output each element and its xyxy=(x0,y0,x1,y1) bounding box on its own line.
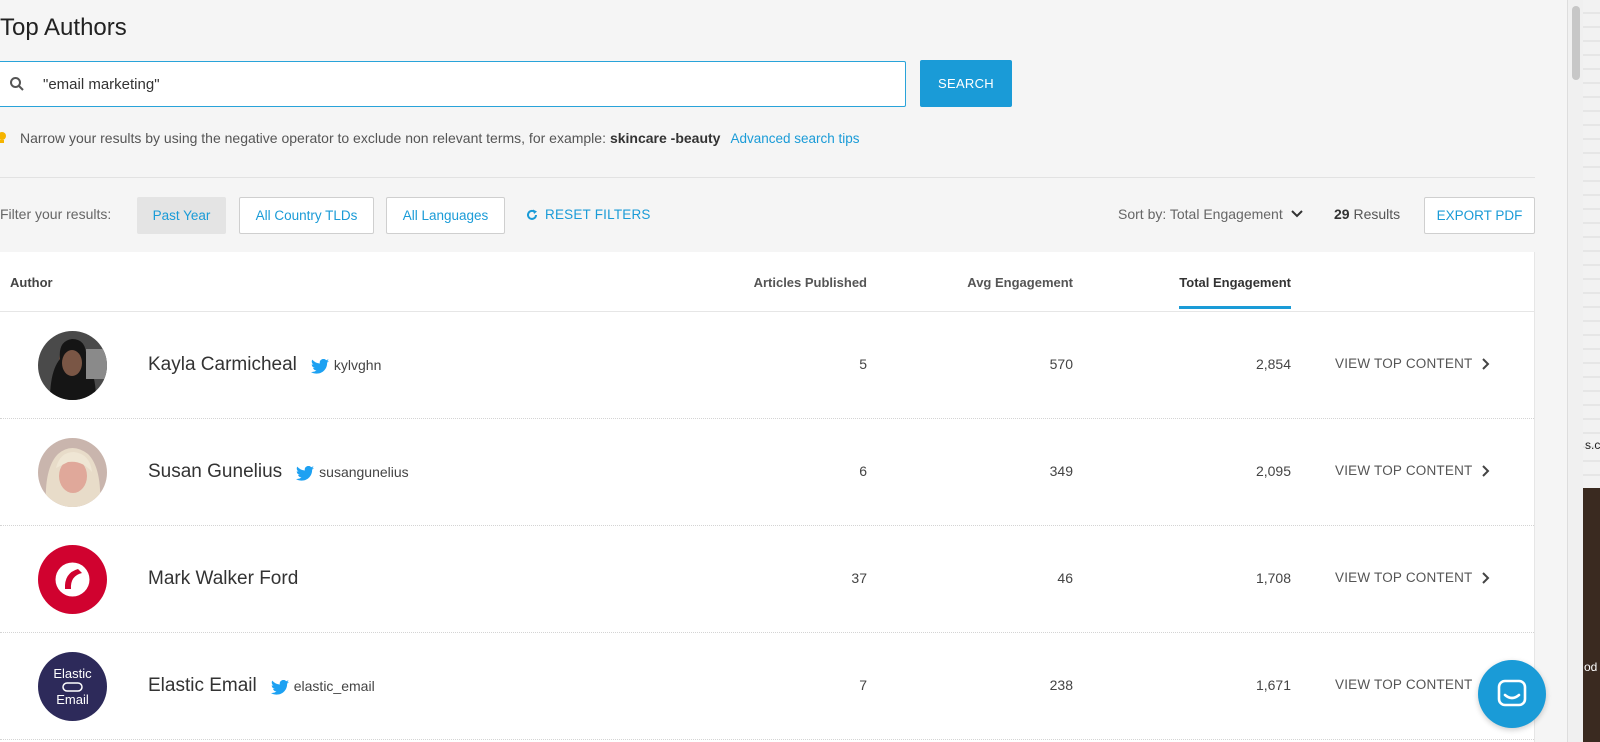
author-name-label: Elastic Email xyxy=(148,675,257,696)
filter-languages[interactable]: All Languages xyxy=(386,197,505,234)
chat-icon xyxy=(1497,679,1527,707)
author-name-label: Mark Walker Ford xyxy=(148,568,299,589)
twitter-icon xyxy=(296,465,315,481)
tip-example: skincare -beauty xyxy=(609,130,721,146)
background-window-edge: s.c od xyxy=(1583,0,1600,742)
table-header: Author Articles Published Avg Engagement… xyxy=(0,252,1534,312)
articles-published: 5 xyxy=(859,356,867,372)
results-count: 29 Results xyxy=(1334,206,1400,222)
avg-engagement: 349 xyxy=(1049,463,1073,479)
tip-text: Narrow your results by using the negativ… xyxy=(20,130,606,146)
avg-engagement: 46 xyxy=(1057,570,1073,586)
results-number: 29 xyxy=(1334,206,1350,222)
table-row: Kayla Carmicheal kylvghn 5 570 2,854 VIE… xyxy=(0,312,1534,419)
avatar xyxy=(38,545,107,614)
sort-indicator xyxy=(1179,306,1291,309)
filter-label: Filter your results: xyxy=(0,206,112,222)
column-total-engagement-label: Total Engagement xyxy=(1179,275,1291,290)
chevron-right-icon xyxy=(1482,571,1490,584)
twitter-handle[interactable]: elastic_email xyxy=(270,678,375,695)
view-top-content-label: VIEW TOP CONTENT xyxy=(1335,677,1473,692)
articles-published: 7 xyxy=(859,677,867,693)
avatar xyxy=(38,438,107,507)
author-name[interactable]: Mark Walker Ford xyxy=(148,568,298,590)
twitter-handle[interactable]: susangunelius xyxy=(296,464,409,481)
filter-country-tlds[interactable]: All Country TLDs xyxy=(239,197,374,234)
twitter-icon xyxy=(310,358,329,374)
column-author[interactable]: Author xyxy=(10,275,53,290)
twitter-handle-label: susangunelius xyxy=(319,464,409,480)
column-articles-published[interactable]: Articles Published xyxy=(754,275,867,290)
avatar-line1: Elastic xyxy=(53,666,92,681)
avatar-line2: Email xyxy=(56,692,89,707)
column-avg-engagement[interactable]: Avg Engagement xyxy=(967,275,1073,290)
advanced-search-tips-link[interactable]: Advanced search tips xyxy=(730,131,859,146)
chat-launcher-button[interactable] xyxy=(1478,660,1546,728)
background-image: od xyxy=(1583,488,1600,742)
search-tip: Narrow your results by using the negativ… xyxy=(0,130,860,146)
view-top-content-button[interactable]: VIEW TOP CONTENT xyxy=(1335,570,1490,585)
export-pdf-button[interactable]: EXPORT PDF xyxy=(1424,197,1535,234)
author-name[interactable]: Susan Gunelius susangunelius xyxy=(148,461,409,483)
total-engagement: 2,095 xyxy=(1255,463,1291,479)
view-top-content-label: VIEW TOP CONTENT xyxy=(1335,463,1473,478)
table-row: Susan Gunelius susangunelius 6 349 2,095… xyxy=(0,419,1534,526)
avatar: Elastic Email xyxy=(38,652,107,721)
view-top-content-button[interactable]: VIEW TOP CONTENT xyxy=(1335,677,1490,692)
table-row: Mark Walker Ford 37 46 1,708 VIEW TOP CO… xyxy=(0,526,1534,633)
authors-table: Author Articles Published Avg Engagement… xyxy=(0,252,1535,742)
avg-engagement: 570 xyxy=(1049,356,1073,372)
results-label: Results xyxy=(1353,206,1401,222)
view-top-content-label: VIEW TOP CONTENT xyxy=(1335,356,1473,371)
lightbulb-icon xyxy=(0,132,6,143)
chevron-right-icon xyxy=(1482,357,1490,370)
vertical-scrollbar[interactable] xyxy=(1567,0,1583,742)
column-total-engagement[interactable]: Total Engagement xyxy=(1179,275,1291,309)
search-input[interactable] xyxy=(43,70,883,98)
background-text-2: od xyxy=(1584,660,1598,674)
scrollbar-thumb[interactable] xyxy=(1572,6,1580,80)
author-name[interactable]: Elastic Email elastic_email xyxy=(148,675,375,697)
sort-dropdown[interactable]: Sort by: Total Engagement xyxy=(1118,206,1303,222)
author-name-label: Susan Gunelius xyxy=(148,461,283,482)
twitter-handle[interactable]: kylvghn xyxy=(310,357,382,374)
filter-past-year[interactable]: Past Year xyxy=(137,197,226,234)
twitter-icon xyxy=(270,679,289,695)
total-engagement: 1,671 xyxy=(1255,677,1291,693)
author-name[interactable]: Kayla Carmicheal kylvghn xyxy=(148,354,381,376)
view-top-content-button[interactable]: VIEW TOP CONTENT xyxy=(1335,356,1490,371)
avatar xyxy=(38,331,107,400)
reset-filters-label: RESET FILTERS xyxy=(545,207,651,222)
refresh-icon xyxy=(527,209,537,220)
articles-published: 37 xyxy=(851,570,867,586)
sort-label: Sort by: Total Engagement xyxy=(1118,206,1283,222)
chevron-right-icon xyxy=(1482,464,1490,477)
total-engagement: 1,708 xyxy=(1255,570,1291,586)
articles-published: 6 xyxy=(859,463,867,479)
twitter-handle-label: elastic_email xyxy=(293,678,375,694)
reset-filters-button[interactable]: RESET FILTERS xyxy=(526,207,651,222)
search-button[interactable]: SEARCH xyxy=(920,60,1012,107)
search-icon xyxy=(10,77,24,91)
twitter-handle-label: kylvghn xyxy=(333,357,382,373)
total-engagement: 2,854 xyxy=(1255,356,1291,372)
author-name-label: Kayla Carmicheal xyxy=(148,354,297,375)
view-top-content-button[interactable]: VIEW TOP CONTENT xyxy=(1335,463,1490,478)
view-top-content-label: VIEW TOP CONTENT xyxy=(1335,570,1473,585)
page-title: Top Authors xyxy=(0,14,127,41)
chevron-down-icon xyxy=(1291,210,1303,218)
avg-engagement: 238 xyxy=(1049,677,1073,693)
search-box[interactable] xyxy=(0,61,906,107)
table-row: Elastic Email Elastic Email elastic_emai… xyxy=(0,633,1534,740)
background-text: s.c xyxy=(1585,438,1600,452)
divider xyxy=(0,177,1535,178)
